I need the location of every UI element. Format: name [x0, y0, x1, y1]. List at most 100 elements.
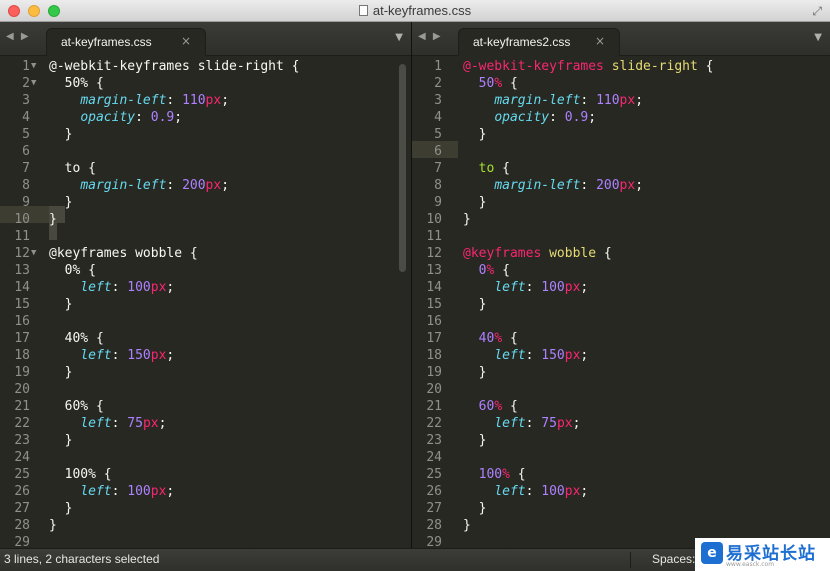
code-token: : — [525, 280, 542, 295]
code-line: margin-left: 110px; — [463, 92, 643, 109]
code-token: margin-left — [494, 93, 581, 108]
code-token: } — [463, 195, 487, 210]
line-number: 7 — [22, 161, 30, 176]
line-number: 20 — [426, 382, 442, 397]
code-token: wobble — [549, 246, 604, 261]
code-token: px — [556, 416, 573, 431]
code-token: px — [150, 280, 167, 295]
code-token: % — [494, 399, 503, 414]
code-token: } — [49, 195, 73, 210]
code-token: } — [463, 518, 471, 533]
code-token: } — [463, 297, 487, 312]
code-token: { — [189, 246, 198, 261]
code-token: ; — [166, 348, 175, 363]
code-token: @keyframes — [49, 246, 136, 261]
code-token: { — [88, 331, 104, 346]
code-token: 40% — [64, 331, 89, 346]
tab-menu-dropdown-icon[interactable]: ▼ — [814, 32, 822, 43]
fullscreen-icon[interactable]: ⤢ — [812, 4, 822, 19]
code-line: left: 150px; — [49, 347, 174, 364]
code-token: 50 — [478, 76, 495, 91]
code-token: margin-left — [80, 93, 167, 108]
code-token: left — [80, 348, 112, 363]
code-token: } — [49, 518, 57, 533]
code-token: % — [502, 467, 510, 482]
code-token: 0.9 — [564, 110, 589, 125]
code-token: 60% — [64, 399, 89, 414]
line-number: 7 — [434, 161, 442, 176]
code-token: ; — [635, 178, 644, 193]
line-number: 20 — [14, 382, 30, 397]
code-token: { — [88, 399, 104, 414]
indentation-setting[interactable]: Spaces: — [652, 552, 695, 566]
code-line: 60% { — [463, 398, 518, 415]
line-number: 6 — [434, 144, 442, 159]
code-token: } — [49, 127, 73, 142]
tab-close-icon[interactable]: × — [595, 34, 605, 48]
fold-arrow-icon[interactable]: ▼ — [31, 58, 36, 75]
code-token: 40 — [478, 331, 495, 346]
code-token: 50% — [64, 76, 89, 91]
selection-status: 3 lines, 2 characters selected — [4, 552, 160, 566]
code-line: } — [49, 517, 57, 534]
line-number: 17 — [14, 331, 30, 346]
code-token: : — [166, 178, 183, 193]
line-number: 14 — [426, 280, 442, 295]
right-editor-pane: ◀ ▶ at-keyframes2.css × ▼ 1 2 3 4 5 6 7 8 9 10 11 1… — [412, 22, 830, 548]
tab-at-keyframes2-css[interactable]: at-keyframes2.css × — [458, 28, 620, 56]
line-number: 25 — [426, 467, 442, 482]
line-number: 14 — [14, 280, 30, 295]
code-token: ; — [174, 110, 183, 125]
vertical-scrollbar[interactable] — [399, 64, 406, 272]
line-number: 19 — [14, 365, 30, 380]
code-token: left — [494, 484, 526, 499]
right-code-editor[interactable]: 1 2 3 4 5 6 7 8 9 10 11 12 13 14 15 16 17 18 19 20 21 22 23 24 2… — [412, 56, 830, 548]
window-title-area: at-keyframes.css — [0, 0, 830, 22]
fold-arrow-icon[interactable]: ▼ — [31, 245, 36, 262]
code-token: margin-left — [494, 178, 581, 193]
code-token: { — [494, 161, 510, 176]
code-line: } — [49, 211, 57, 228]
code-token: to — [64, 161, 81, 176]
line-number: 18 — [426, 348, 442, 363]
left-code-editor[interactable]: 1 2 3 4 5 6 7 8 9 10 11 12 13 14 15 16 17 18 19 20 21 22 23 24 2… — [0, 56, 411, 548]
line-number: 21 — [426, 399, 442, 414]
code-token: 200 — [182, 178, 206, 193]
code-line: } — [49, 126, 73, 143]
line-number: 6 — [22, 144, 30, 159]
code-line: } — [49, 296, 73, 313]
tab-navigation-arrows-icon[interactable]: ◀ ▶ — [418, 31, 443, 42]
tab-navigation-arrows-icon[interactable]: ◀ ▶ — [6, 31, 31, 42]
code-line: 100% { — [49, 466, 112, 483]
line-number: 12 — [14, 246, 30, 261]
code-token: 75 — [541, 416, 557, 431]
editor-window: at-keyframes.css ⤢ ◀ ▶ at-keyframes.css … — [0, 0, 830, 571]
line-number-gutter: 1 2 3 4 5 6 7 8 9 10 11 12 13 14 15 16 17 18 19 20 21 22 23 24 2… — [412, 56, 446, 548]
line-number: 5 — [22, 127, 30, 142]
watermark-subtext: www.easck.com — [726, 561, 775, 568]
fold-arrow-icon[interactable]: ▼ — [31, 75, 36, 92]
tab-menu-dropdown-icon[interactable]: ▼ — [395, 32, 403, 43]
document-icon — [358, 5, 368, 16]
code-token: { — [291, 59, 300, 74]
tab-close-icon[interactable]: × — [181, 34, 191, 48]
tab-at-keyframes-css[interactable]: at-keyframes.css × — [46, 28, 206, 56]
code-token: 150 — [127, 348, 151, 363]
code-token: } — [463, 501, 487, 516]
code-line: margin-left: 110px; — [49, 92, 229, 109]
code-token: { — [80, 263, 96, 278]
code-token: 200 — [596, 178, 620, 193]
line-number: 9 — [22, 195, 30, 210]
tab-label: at-keyframes2.css — [473, 35, 571, 49]
code-token: { — [88, 76, 104, 91]
